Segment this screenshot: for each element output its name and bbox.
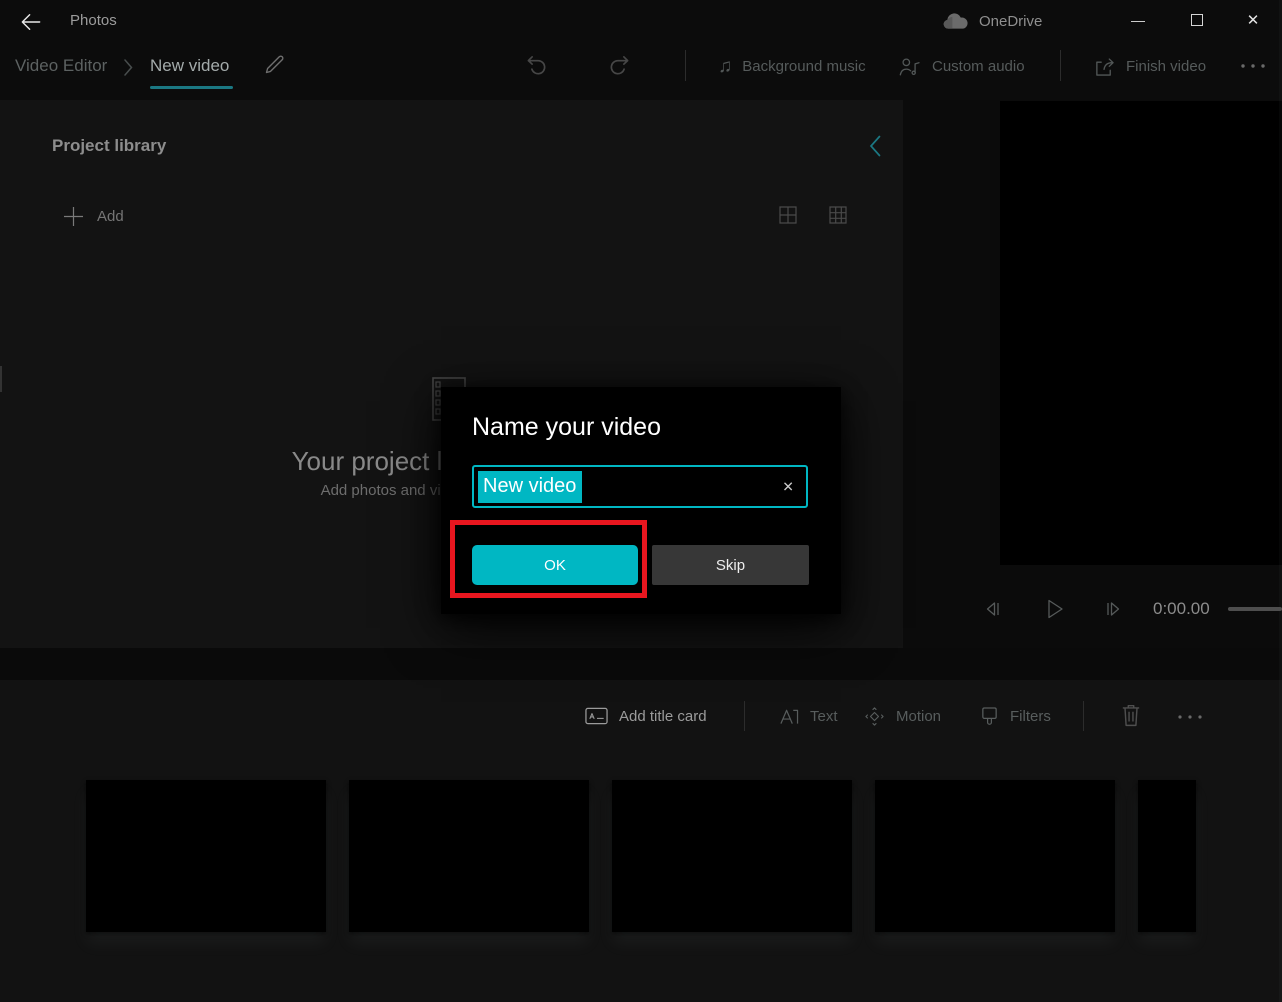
filters-button[interactable]: Filters [980,698,1051,734]
grid-3x3-icon [829,206,847,224]
filters-label: Filters [1010,708,1051,725]
text-label: Text [810,708,838,725]
project-library-title: Project library [52,136,166,156]
motion-label: Motion [896,708,941,725]
video-name-input[interactable]: New video ✕ [472,465,808,508]
playback-time: 0:00.00 [1153,599,1210,619]
custom-audio-label: Custom audio [932,58,1025,75]
filters-icon [980,706,999,727]
toolbar-divider [1060,50,1061,81]
custom-audio-icon [898,56,922,77]
onedrive-label: OneDrive [979,13,1042,30]
back-arrow-icon [20,12,42,32]
annotation-highlight-box [450,520,647,598]
storyboard-thumbnail[interactable] [86,780,326,932]
add-title-card-button[interactable]: Add title card [585,698,707,734]
clear-input-icon[interactable]: ✕ [782,478,794,495]
storyboard-thumbnail[interactable] [349,780,589,932]
background-music-button[interactable]: ♫ Background music [718,48,866,84]
playback-slider[interactable] [1228,607,1282,611]
selected-input-text: New video [478,471,582,503]
timeline-more-button[interactable] [1172,708,1208,726]
video-preview-area [1000,101,1282,565]
collapse-panel-button[interactable] [868,134,888,160]
finish-video-button[interactable]: Finish video [1093,48,1206,84]
redo-icon [608,53,634,77]
next-frame-icon [1101,597,1125,621]
delete-button[interactable] [1120,703,1146,729]
previous-frame-button[interactable] [981,597,1005,621]
dialog-title: Name your video [472,413,661,442]
see-more-button[interactable] [1236,56,1270,76]
add-label: Add [97,208,124,225]
previous-frame-icon [981,597,1005,621]
play-icon [1041,596,1067,622]
share-export-icon [1093,56,1116,77]
add-title-card-label: Add title card [619,708,707,725]
panel-scrollbar-thumb[interactable] [0,366,2,392]
panel-timeline-divider-band [0,648,1282,680]
text-button[interactable]: Text [778,698,838,734]
undo-icon [524,53,550,77]
back-button[interactable] [16,8,46,35]
grid-large-view-button[interactable] [779,206,797,224]
close-button[interactable]: ✕ [1239,6,1267,34]
skip-button[interactable]: Skip [652,545,809,585]
ellipsis-icon [1239,63,1267,69]
chevron-left-icon [868,134,888,158]
next-frame-button[interactable] [1101,597,1125,621]
custom-audio-button[interactable]: Custom audio [898,48,1025,84]
breadcrumb-active-underline [150,86,233,89]
undo-button[interactable] [524,53,550,79]
music-note-icon: ♫ [718,57,732,76]
minimize-button[interactable]: — [1124,6,1152,34]
grid-small-view-button[interactable] [829,206,847,224]
toolbar-divider [685,50,686,81]
timeline-toolbar-divider [744,701,745,731]
redo-button[interactable] [608,53,634,79]
top-chrome-strip [0,0,1282,100]
trash-icon [1120,703,1146,727]
storyboard-thumbnail-partial[interactable] [1138,780,1196,932]
photos-video-editor-window: { "window": { "app_title": "Photos", "on… [0,0,1282,1002]
plus-icon [63,206,84,227]
motion-icon [864,706,885,727]
ellipsis-icon [1177,714,1203,720]
pencil-icon [262,53,288,77]
grid-2x2-icon [779,206,797,224]
finish-video-label: Finish video [1126,58,1206,75]
app-title: Photos [70,12,117,29]
breadcrumb-current-project: New video [150,56,229,76]
onedrive-status[interactable]: OneDrive [940,8,1042,35]
title-card-icon [585,707,608,725]
text-tool-icon [778,707,799,726]
rename-project-button[interactable] [262,53,288,79]
storyboard-thumbnail[interactable] [875,780,1115,932]
onedrive-cloud-icon [940,13,970,31]
storyboard-thumbnail[interactable] [612,780,852,932]
play-button[interactable] [1041,596,1067,622]
timeline-toolbar-divider [1083,701,1084,731]
maximize-icon [1191,14,1203,26]
motion-button[interactable]: Motion [864,698,941,734]
maximize-button[interactable] [1183,6,1211,34]
breadcrumb-chevron-icon [123,58,134,77]
add-media-button[interactable]: Add [63,202,124,230]
breadcrumb-video-editor[interactable]: Video Editor [15,56,107,76]
background-music-label: Background music [742,58,865,75]
